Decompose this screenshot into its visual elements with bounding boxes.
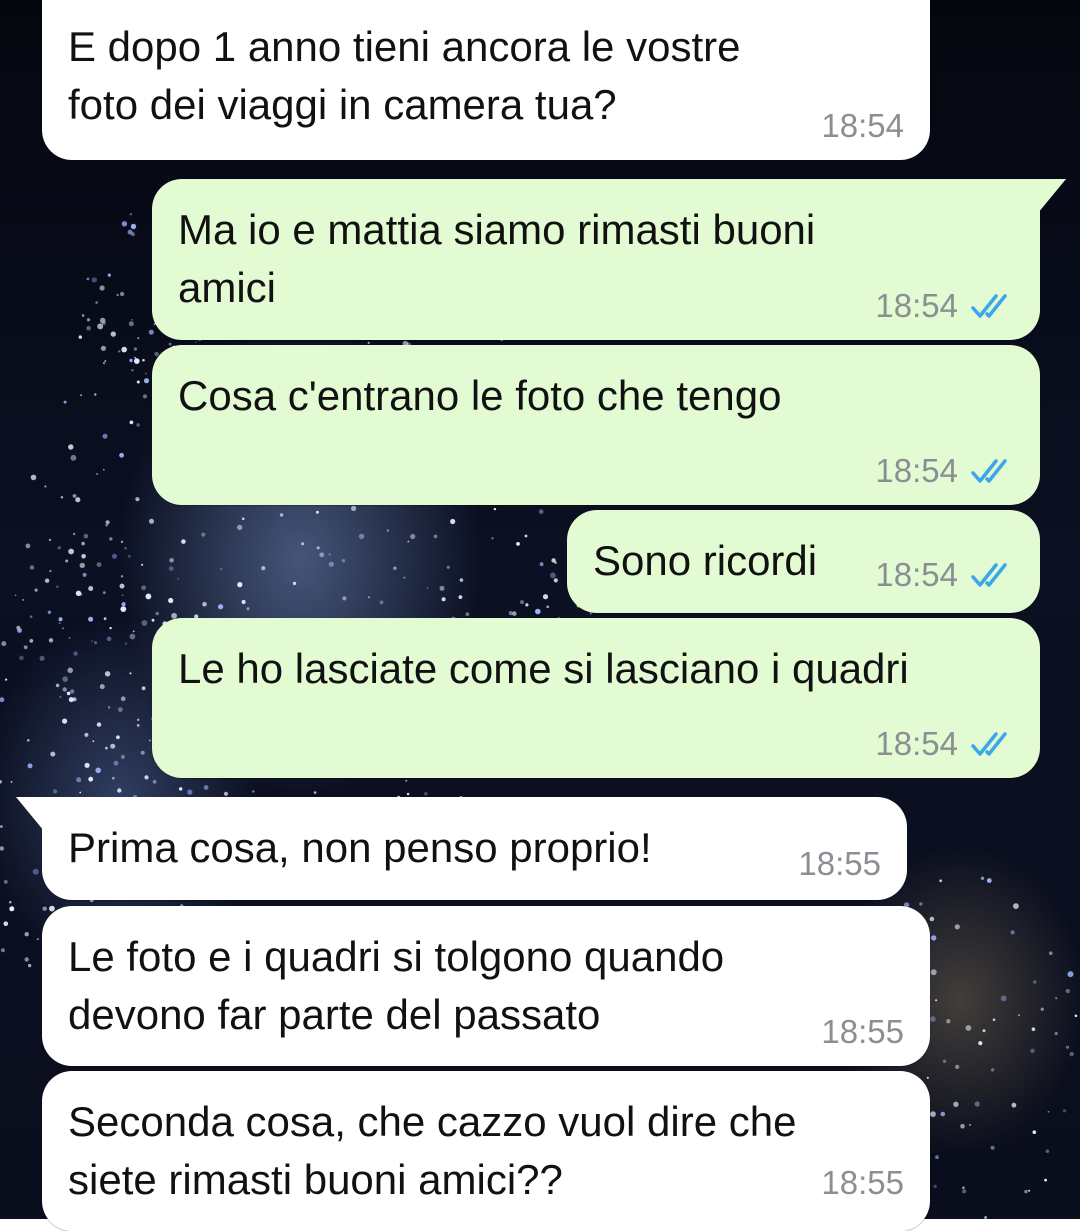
message-timestamp: 18:54 [821, 107, 904, 144]
message-bubble-incoming[interactable]: Seconda cosa, che cazzo vuol dire che si… [42, 1071, 930, 1231]
message-timestamp: 18:54 [875, 556, 958, 593]
message-meta: 18:54 [875, 557, 1014, 593]
message-text: Sono ricordi [593, 537, 818, 584]
message-bubble-incoming[interactable]: Prima cosa, non penso proprio! 18:55 [16, 797, 907, 900]
message-timestamp: 18:55 [821, 1164, 904, 1201]
message-text: Le ho lasciate come si lasciano i quadri [178, 645, 909, 692]
message-timestamp: 18:55 [798, 845, 881, 882]
message-meta: 18:55 [798, 846, 881, 882]
message-timestamp: 18:54 [875, 452, 958, 489]
message-meta: 18:55 [821, 1165, 904, 1201]
bubble-tail [1038, 179, 1066, 213]
message-timestamp: 18:54 [875, 287, 958, 324]
message-bubble-outgoing[interactable]: Cosa c'entrano le foto che tengo 18:54 [152, 345, 1040, 505]
message-meta: 18:55 [821, 1014, 904, 1050]
message-text: E dopo 1 anno tieni ancora le vostre fot… [68, 23, 741, 128]
message-text: Prima cosa, non penso proprio! [68, 824, 652, 871]
message-timestamp: 18:55 [821, 1013, 904, 1050]
read-double-check-icon [971, 732, 1007, 756]
message-bubble-outgoing[interactable]: Le ho lasciate come si lasciano i quadri… [152, 618, 1040, 778]
read-double-check-icon [971, 294, 1007, 318]
bubble-tail [16, 797, 44, 831]
message-bubble-incoming[interactable]: E dopo 1 anno tieni ancora le vostre fot… [42, 0, 930, 160]
message-text: Cosa c'entrano le foto che tengo [178, 372, 782, 419]
read-double-check-icon [971, 459, 1007, 483]
message-text: Seconda cosa, che cazzo vuol dire che si… [68, 1098, 797, 1203]
message-text: Le foto e i quadri si tolgono quando dev… [68, 933, 725, 1038]
message-meta: 18:54 [875, 726, 1014, 762]
read-double-check-icon [971, 563, 1007, 587]
message-timestamp: 18:54 [875, 725, 958, 762]
message-text: Ma io e mattia siamo rimasti buoni amici [178, 206, 816, 311]
message-bubble-outgoing[interactable]: Ma io e mattia siamo rimasti buoni amici… [152, 179, 1066, 340]
message-bubble-outgoing[interactable]: Sono ricordi 18:54 [567, 510, 1040, 613]
message-meta: 18:54 [875, 288, 1014, 324]
message-meta: 18:54 [821, 108, 904, 144]
message-bubble-incoming[interactable]: Le foto e i quadri si tolgono quando dev… [42, 906, 930, 1066]
message-meta: 18:54 [875, 453, 1014, 489]
